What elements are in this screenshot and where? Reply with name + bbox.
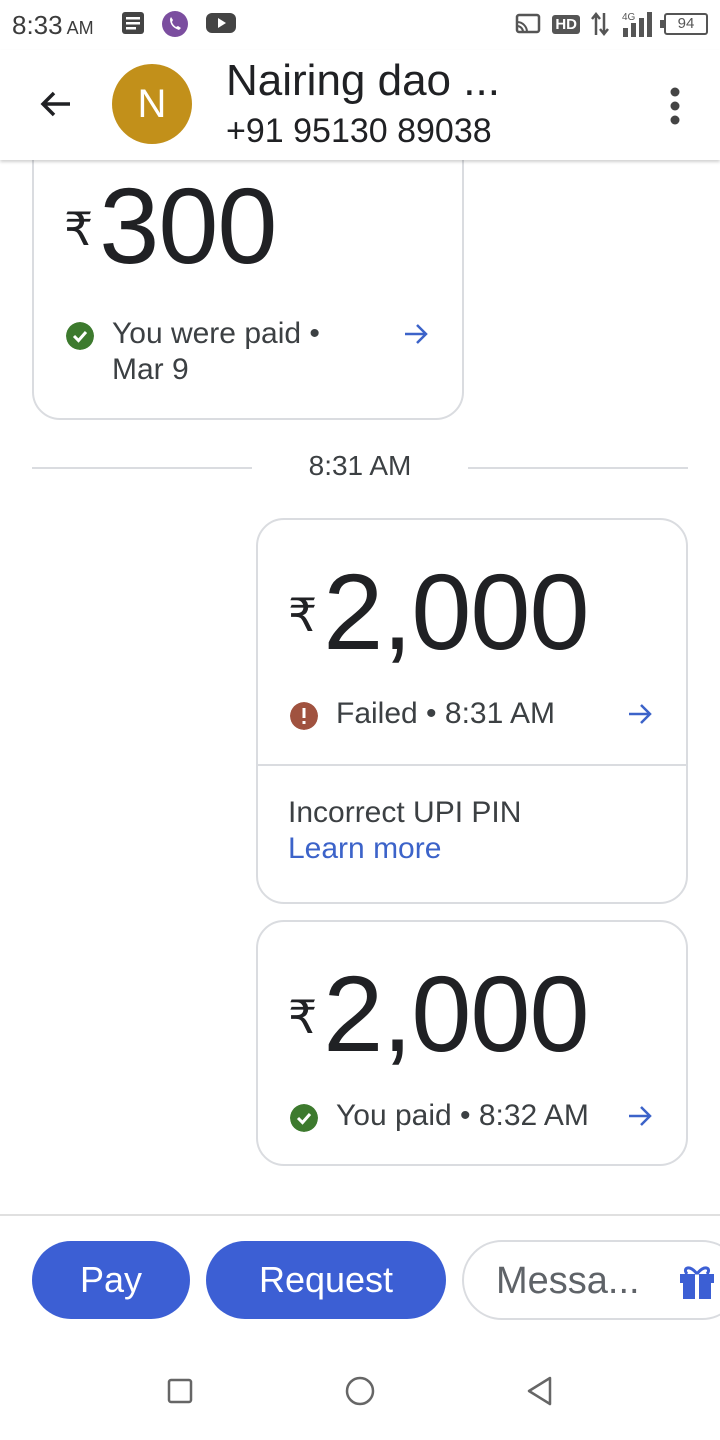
- rupee-symbol: ₹: [288, 589, 318, 641]
- youtube-icon: [206, 13, 236, 33]
- learn-more-link[interactable]: Learn more: [288, 832, 441, 866]
- details-arrow-icon[interactable]: [626, 700, 654, 728]
- amount-value: 300: [99, 165, 277, 286]
- success-check-icon: [290, 1104, 318, 1132]
- card-divider: [258, 764, 686, 766]
- request-button[interactable]: Request: [206, 1241, 446, 1319]
- message-placeholder: Messa...: [496, 1260, 640, 1302]
- payment-status: You paid • 8:32 AM: [290, 1098, 589, 1134]
- message-input[interactable]: Messa...: [462, 1240, 720, 1320]
- conversation-header: N Nairing dao ... +91 95130 89038: [0, 50, 720, 160]
- payment-card-sent[interactable]: ₹ 2,000 You paid • 8:32 AM: [256, 920, 688, 1166]
- rupee-symbol: ₹: [288, 991, 318, 1043]
- divider-right: [468, 467, 688, 469]
- failure-reason: Incorrect UPI PIN: [288, 796, 522, 829]
- bottom-bar-divider: [0, 1214, 720, 1216]
- contact-phone: +91 95130 89038: [226, 112, 492, 150]
- pay-button[interactable]: Pay: [32, 1241, 190, 1319]
- error-alert-icon: [290, 702, 318, 730]
- viber-icon: [162, 11, 188, 37]
- payment-card-failed[interactable]: ₹ 2,000 Failed • 8:31 AM Incorrect UPI P…: [256, 518, 688, 904]
- details-arrow-icon[interactable]: [402, 320, 430, 348]
- status-bar: 8:33 AM HD 4G 94: [0, 0, 720, 50]
- status-text: You were paid • Mar 9: [112, 317, 320, 386]
- rupee-symbol: ₹: [64, 203, 94, 255]
- payment-amount: ₹ 300: [64, 165, 277, 286]
- payment-status: Failed • 8:31 AM: [290, 696, 555, 732]
- battery-indicator: 94: [660, 13, 708, 35]
- amount-value: 2,000: [323, 953, 589, 1074]
- gift-icon[interactable]: [678, 1262, 716, 1300]
- contact-name[interactable]: Nairing dao ...: [226, 56, 500, 106]
- status-icons: HD 4G 94: [514, 10, 708, 38]
- payment-status: You were paid • Mar 9: [66, 316, 336, 388]
- status-time: 8:33 AM: [12, 10, 94, 40]
- home-icon[interactable]: [343, 1374, 377, 1408]
- avatar[interactable]: N: [112, 64, 192, 144]
- payment-amount: ₹ 2,000: [288, 953, 590, 1074]
- svg-text:4G: 4G: [622, 12, 636, 23]
- status-text: Failed • 8:31 AM: [336, 697, 555, 730]
- hd-voice-icon: HD: [552, 14, 580, 34]
- back-arrow-icon[interactable]: [36, 84, 76, 124]
- payment-card-received[interactable]: ₹ 300 You were paid • Mar 9: [32, 130, 464, 420]
- cast-icon: [516, 13, 541, 34]
- recent-apps-icon[interactable]: [163, 1374, 197, 1408]
- nav-back-icon[interactable]: [523, 1374, 557, 1408]
- payment-amount: ₹ 2,000: [288, 551, 590, 672]
- success-check-icon: [66, 322, 94, 350]
- time-separator: 8:31 AM: [308, 450, 412, 481]
- more-options-icon[interactable]: [668, 86, 682, 126]
- signal-icon: 4G: [622, 12, 652, 37]
- details-arrow-icon[interactable]: [626, 1102, 654, 1130]
- status-text: You paid • 8:32 AM: [336, 1099, 589, 1132]
- data-transfer-icon: [591, 11, 609, 37]
- notes-icon: [122, 12, 144, 34]
- amount-value: 2,000: [323, 551, 589, 672]
